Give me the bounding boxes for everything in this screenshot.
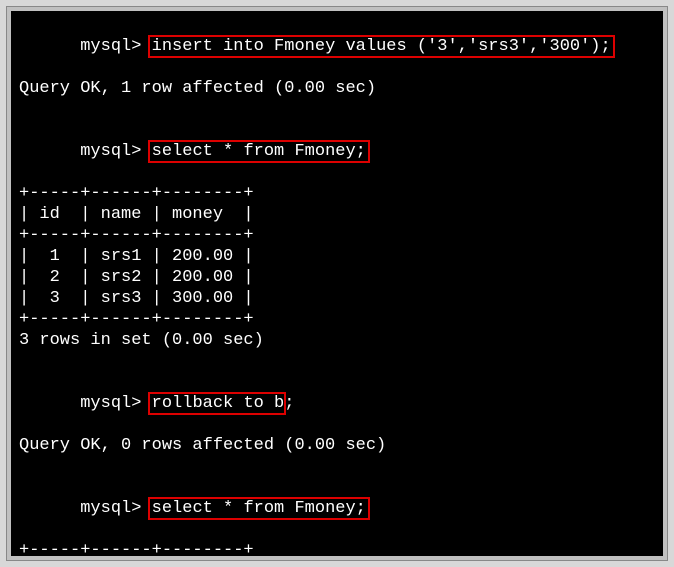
table-border: +-----+------+--------+ (19, 309, 655, 330)
line-query-ok-2: Query OK, 0 rows affected (0.00 sec) (19, 435, 655, 456)
table-row: | 2 | srs2 | 200.00 | (19, 267, 655, 288)
sql-rollback-command: rollback to b; (152, 394, 295, 413)
table-row: | 3 | srs3 | 300.00 | (19, 288, 655, 309)
mysql-prompt: mysql> (80, 142, 141, 161)
line-rollback: mysql> rollback to b; (19, 372, 655, 435)
table-border: +-----+------+--------+ (19, 225, 655, 246)
line-query-ok-1: Query OK, 1 row affected (0.00 sec) (19, 78, 655, 99)
sql-select-command-2: select * from Fmoney; (152, 499, 366, 518)
sql-insert-command: insert into Fmoney values ('3','srs3','3… (152, 37, 611, 56)
mysql-prompt: mysql> (80, 394, 141, 413)
table-border: +-----+------+--------+ (19, 183, 655, 204)
line-select-1: mysql> select * from Fmoney; (19, 120, 655, 183)
terminal-window-frame: mysql> insert into Fmoney values ('3','s… (6, 6, 668, 561)
mysql-prompt: mysql> (80, 37, 141, 56)
mysql-prompt: mysql> (80, 499, 141, 518)
table-header: | id | name | money | (19, 204, 655, 225)
line-insert: mysql> insert into Fmoney values ('3','s… (19, 15, 655, 78)
blank-line (19, 456, 655, 477)
table-border: +-----+------+--------+ (19, 540, 655, 556)
terminal-output[interactable]: mysql> insert into Fmoney values ('3','s… (11, 11, 663, 556)
blank-line (19, 351, 655, 372)
line-rows-3: 3 rows in set (0.00 sec) (19, 330, 655, 351)
table-row: | 1 | srs1 | 200.00 | (19, 246, 655, 267)
line-select-2: mysql> select * from Fmoney; (19, 477, 655, 540)
blank-line (19, 99, 655, 120)
sql-select-command-1: select * from Fmoney; (152, 142, 366, 161)
